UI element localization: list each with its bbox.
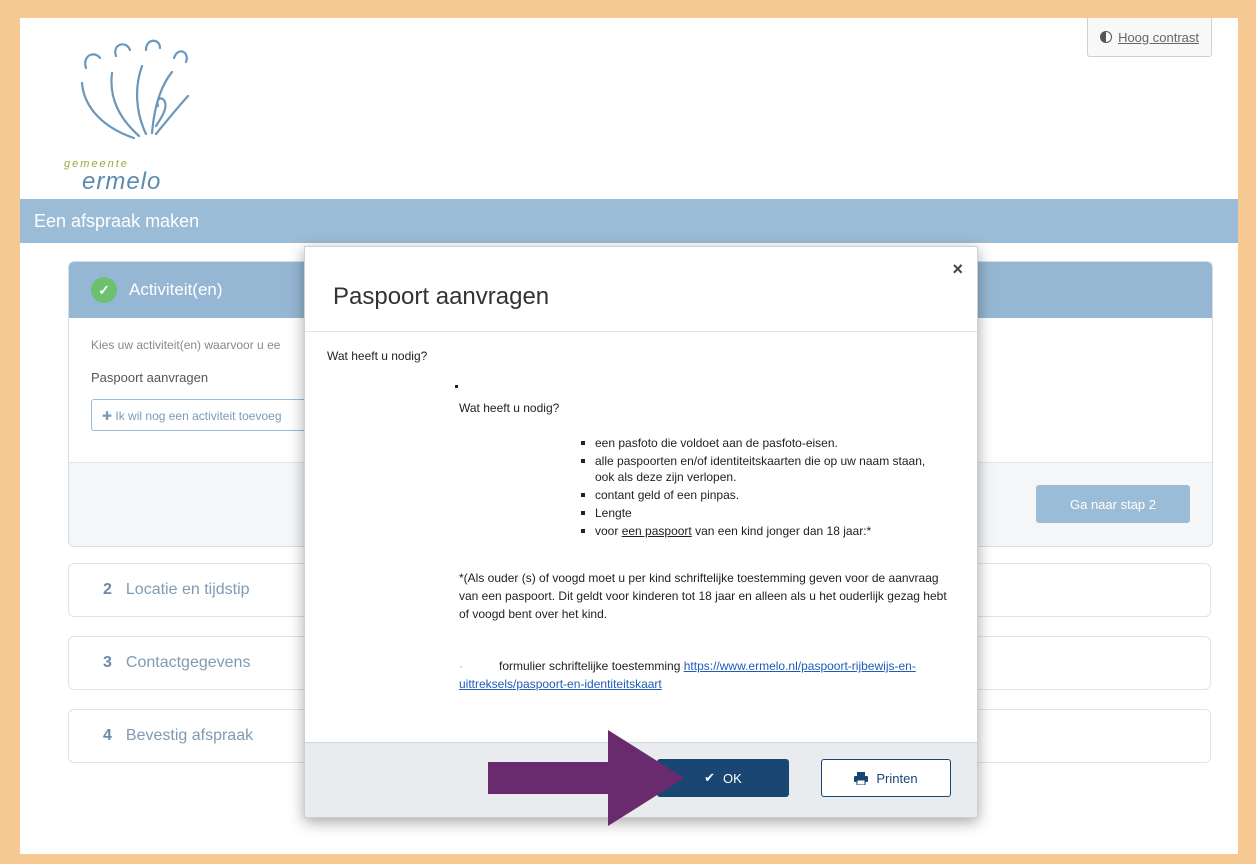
step-1-title: Activiteit(en) xyxy=(129,280,223,299)
step-number: 4 xyxy=(103,727,112,744)
consent-form-text: formulier schriftelijke toestemming xyxy=(499,659,684,673)
requirements-heading: Wat heeft u nodig? xyxy=(459,401,560,415)
pointer-arrow-icon xyxy=(488,730,684,826)
print-label: Printen xyxy=(876,770,918,786)
ok-label: OK xyxy=(723,770,742,786)
list-item: Lengte xyxy=(581,505,941,521)
list-item: een pasfoto die voldoet aan de pasfoto-e… xyxy=(581,435,941,451)
list-item: contant geld of een pinpas. xyxy=(581,487,941,503)
peacock-logo-icon xyxy=(80,39,190,140)
modal-title: Paspoort aanvragen xyxy=(333,283,550,310)
bullet-square xyxy=(455,385,458,388)
list-item-text: voor xyxy=(595,524,622,538)
logo-ermelo-text: ermelo xyxy=(82,168,162,195)
requirements-block: Wat heeft u nodig? een pasfoto die voldo… xyxy=(459,401,969,693)
modal-question: Wat heeft u nodig? xyxy=(327,349,428,363)
page-frame: gemeente ermelo Hoog contrast Een afspra… xyxy=(20,18,1238,854)
step-label: Locatie en tijdstip xyxy=(125,581,250,598)
step-number: 3 xyxy=(103,654,112,671)
passport-link[interactable]: een paspoort xyxy=(622,524,692,538)
contrast-icon xyxy=(1100,31,1113,43)
high-contrast-label: Hoog contrast xyxy=(1118,29,1199,45)
close-icon[interactable]: × xyxy=(952,259,963,280)
consent-form-line: · formulier schriftelijke toestemming htt… xyxy=(459,657,959,693)
checkmark-icon: ✔ xyxy=(704,770,716,785)
consent-note: *(Als ouder (s) of voogd moet u per kind… xyxy=(459,571,947,621)
printer-icon xyxy=(854,771,869,785)
print-button[interactable]: Printen xyxy=(821,759,951,797)
next-step-button[interactable]: Ga naar stap 2 xyxy=(1036,485,1190,523)
high-contrast-button[interactable]: Hoog contrast xyxy=(1087,18,1212,57)
bullet-dot: · xyxy=(459,659,463,673)
modal-body: Wat heeft u nodig? Wat heeft u nodig? ee… xyxy=(327,349,947,691)
divider xyxy=(305,331,977,332)
page-title: Een afspraak maken xyxy=(20,199,1238,243)
list-item: alle paspoorten en/of identiteitskaarten… xyxy=(581,453,941,485)
step-label: Contactgegevens xyxy=(125,654,251,671)
requirements-list: een pasfoto die voldoet aan de pasfoto-e… xyxy=(581,435,941,539)
step-number: 2 xyxy=(103,581,112,598)
list-item-text: van een kind jonger dan 18 jaar:* xyxy=(691,524,872,538)
list-item: voor een paspoort van een kind jonger da… xyxy=(581,523,941,539)
step-label: Bevestig afspraak xyxy=(125,727,254,744)
check-icon: ✓ xyxy=(91,277,117,303)
logo: gemeente ermelo xyxy=(64,28,214,195)
plus-icon: ✚ xyxy=(102,409,116,423)
add-activity-label: Ik wil nog een activiteit toevoeg xyxy=(115,409,282,423)
